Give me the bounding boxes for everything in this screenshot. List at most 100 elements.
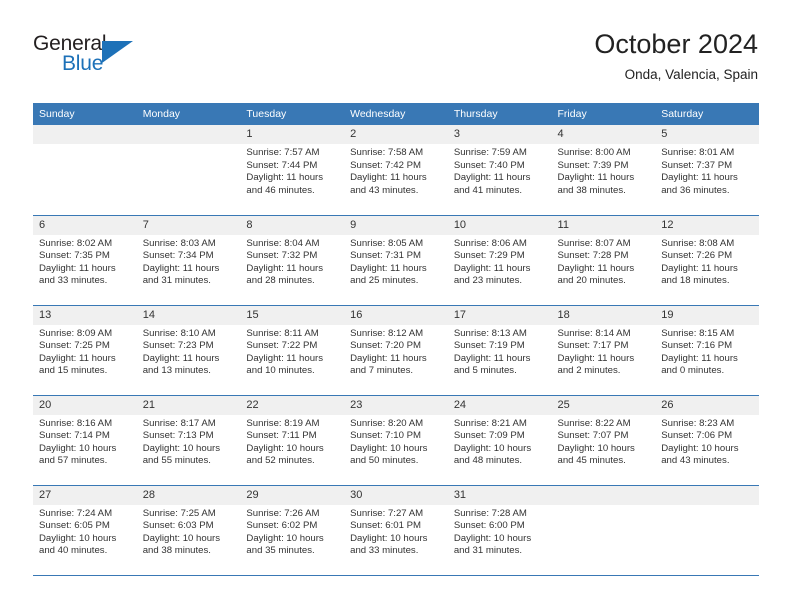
- calendar-day-cell[interactable]: 30 Sunrise: 7:27 AM Sunset: 6:01 PM Dayligh…: [344, 484, 448, 576]
- weekday-header-saturday: Saturday: [655, 103, 759, 125]
- calendar-day-cell[interactable]: 14 Sunrise: 8:10 AM Sunset: 7:23 PM Dayligh…: [136, 304, 241, 395]
- sun-info: Sunrise: 8:01 AM Sunset: 7:37 PM Daylight:…: [655, 144, 759, 197]
- calendar-week-row: 1 Sunrise: 7:57 AM Sunset: 7:44 PM Daylight…: [33, 125, 759, 215]
- calendar-day-cell[interactable]: 25 Sunrise: 8:22 AM Sunset: 7:07 PM Dayligh…: [551, 394, 656, 485]
- day-number: 16: [344, 305, 448, 325]
- calendar-header-row: Sunday Monday Tuesday Wednesday Thursday Frid…: [33, 103, 759, 125]
- calendar-day-cell[interactable]: 10 Sunrise: 8:06 AM Sunset: 7:29 PM Dayligh…: [447, 214, 552, 305]
- sunset-text: Sunset: 7:35 PM: [39, 250, 110, 262]
- calendar-day-cell[interactable]: 8 Sunrise: 8:04 AM Sunset: 7:32 PM Daylight…: [240, 214, 345, 305]
- day-number: 22: [240, 395, 345, 415]
- sun-info: Sunrise: 7:59 AM Sunset: 7:40 PM Daylight:…: [448, 144, 552, 197]
- day-cell-content: 27 Sunrise: 7:24 AM Sunset: 6:05 PM Dayligh…: [33, 485, 137, 575]
- day-number: 6: [33, 215, 137, 235]
- daylight-text: Daylight: 11 hours and 7 minutes.: [350, 352, 427, 377]
- general-blue-logo[interactable]: General Blue: [33, 30, 153, 80]
- calendar-day-cell[interactable]: 22 Sunrise: 8:19 AM Sunset: 7:11 PM Dayligh…: [240, 394, 345, 485]
- sunrise-text: Sunrise: 8:04 AM: [246, 237, 320, 249]
- calendar-day-cell[interactable]: 15 Sunrise: 8:11 AM Sunset: 7:22 PM Dayligh…: [240, 304, 345, 395]
- sunset-text: Sunset: 7:40 PM: [453, 159, 525, 171]
- sunrise-text: Sunrise: 8:03 AM: [142, 237, 216, 249]
- sun-info: Sunrise: 8:04 AM Sunset: 7:32 PM Daylight:…: [240, 235, 344, 288]
- day-cell-content: 24 Sunrise: 8:21 AM Sunset: 7:09 PM Dayligh…: [447, 395, 552, 485]
- calendar-day-cell[interactable]: 19 Sunrise: 8:15 AM Sunset: 7:16 PM Dayligh…: [655, 304, 759, 395]
- calendar-day-cell[interactable]: 9 Sunrise: 8:05 AM Sunset: 7:31 PM Daylight…: [344, 214, 448, 305]
- location-subtitle: Onda, Valencia, Spain: [624, 66, 758, 82]
- calendar-day-cell[interactable]: 23 Sunrise: 8:20 AM Sunset: 7:10 PM Dayligh…: [344, 394, 448, 485]
- day-cell-content: 31 Sunrise: 7:28 AM Sunset: 6:00 PM Dayligh…: [447, 485, 552, 575]
- calendar-day-cell[interactable]: 17 Sunrise: 8:13 AM Sunset: 7:19 PM Dayligh…: [447, 304, 552, 395]
- sun-info: Sunrise: 8:09 AM Sunset: 7:25 PM Daylight:…: [33, 325, 137, 378]
- sun-info: Sunrise: 8:11 AM Sunset: 7:22 PM Daylight:…: [240, 325, 344, 378]
- page-title: October 2024: [594, 29, 758, 59]
- calendar-day-cell[interactable]: 20 Sunrise: 8:16 AM Sunset: 7:14 PM Dayligh…: [33, 394, 137, 485]
- day-number: 21: [136, 395, 241, 415]
- calendar-day-cell[interactable]: 6 Sunrise: 8:02 AM Sunset: 7:35 PM Daylight…: [33, 214, 137, 305]
- sunrise-text: Sunrise: 7:59 AM: [453, 147, 527, 158]
- sunrise-text: Sunrise: 8:16 AM: [39, 417, 113, 429]
- weekday-header-wednesday: Wednesday: [344, 103, 448, 125]
- sunset-text: Sunset: 7:19 PM: [453, 340, 525, 352]
- daylight-text: Daylight: 11 hours and 0 minutes.: [661, 352, 738, 377]
- sunset-text: Sunset: 7:37 PM: [661, 159, 733, 171]
- calendar-day-cell-empty: [33, 125, 137, 215]
- day-number: 14: [136, 305, 241, 325]
- calendar-day-cell[interactable]: 11 Sunrise: 8:07 AM Sunset: 7:28 PM Dayligh…: [551, 214, 656, 305]
- daylight-text: Daylight: 10 hours and 43 minutes.: [661, 442, 739, 467]
- sun-info: Sunrise: 8:14 AM Sunset: 7:17 PM Daylight:…: [552, 325, 656, 378]
- calendar-page: General Blue October 2024 Onda, Valencia…: [0, 0, 792, 612]
- calendar-day-cell[interactable]: 16 Sunrise: 8:12 AM Sunset: 7:20 PM Dayligh…: [344, 304, 448, 395]
- calendar-day-cell-empty: [136, 125, 241, 215]
- day-number: 20: [33, 395, 137, 415]
- sunset-text: Sunset: 7:07 PM: [557, 430, 629, 442]
- sunset-text: Sunset: 7:28 PM: [557, 250, 629, 262]
- calendar-day-cell[interactable]: 4 Sunrise: 8:00 AM Sunset: 7:39 PM Daylight…: [551, 125, 656, 215]
- calendar-day-cell[interactable]: 29 Sunrise: 7:26 AM Sunset: 6:02 PM Dayligh…: [240, 484, 345, 576]
- calendar-day-cell[interactable]: 12 Sunrise: 8:08 AM Sunset: 7:26 PM Dayligh…: [655, 214, 759, 305]
- sunset-text: Sunset: 7:34 PM: [142, 250, 214, 262]
- calendar-day-cell[interactable]: 13 Sunrise: 8:09 AM Sunset: 7:25 PM Dayligh…: [33, 304, 137, 395]
- daylight-text: Daylight: 10 hours and 40 minutes.: [39, 532, 117, 557]
- calendar-day-cell[interactable]: 31 Sunrise: 7:28 AM Sunset: 6:00 PM Dayligh…: [447, 484, 552, 576]
- sunset-text: Sunset: 7:10 PM: [350, 430, 422, 442]
- sunset-text: Sunset: 7:23 PM: [142, 340, 214, 352]
- sunset-text: Sunset: 7:22 PM: [246, 340, 318, 352]
- calendar-day-cell[interactable]: 24 Sunrise: 8:21 AM Sunset: 7:09 PM Dayligh…: [447, 394, 552, 485]
- weekday-header-thursday: Thursday: [447, 103, 552, 125]
- calendar-day-cell[interactable]: 21 Sunrise: 8:17 AM Sunset: 7:13 PM Dayligh…: [136, 394, 241, 485]
- day-number: 3: [447, 125, 552, 144]
- sunset-text: Sunset: 7:20 PM: [350, 340, 422, 352]
- calendar-day-cell[interactable]: 26 Sunrise: 8:23 AM Sunset: 7:06 PM Dayligh…: [655, 394, 759, 485]
- day-cell-content: [136, 125, 241, 215]
- daylight-text: Daylight: 11 hours and 41 minutes.: [453, 172, 531, 196]
- calendar-day-cell[interactable]: 5 Sunrise: 8:01 AM Sunset: 7:37 PM Daylight…: [655, 125, 759, 215]
- day-number: 12: [655, 215, 759, 235]
- day-cell-content: 13 Sunrise: 8:09 AM Sunset: 7:25 PM Dayligh…: [33, 305, 137, 395]
- sun-info: Sunrise: 7:58 AM Sunset: 7:42 PM Daylight:…: [344, 144, 448, 197]
- day-cell-content: 12 Sunrise: 8:08 AM Sunset: 7:26 PM Dayligh…: [655, 215, 759, 305]
- sunset-text: Sunset: 6:01 PM: [350, 520, 422, 532]
- calendar-day-cell-empty: [551, 484, 656, 576]
- weekday-header-tuesday: Tuesday: [240, 103, 345, 125]
- logo-text-blue: Blue: [62, 52, 104, 75]
- calendar-day-cell[interactable]: 3 Sunrise: 7:59 AM Sunset: 7:40 PM Daylight…: [447, 125, 552, 215]
- day-number: 9: [344, 215, 448, 235]
- daylight-text: Daylight: 11 hours and 18 minutes.: [661, 262, 738, 287]
- sunrise-text: Sunrise: 7:28 AM: [453, 507, 527, 519]
- sunset-text: Sunset: 7:32 PM: [246, 250, 318, 262]
- sun-info: Sunrise: 8:17 AM Sunset: 7:13 PM Daylight:…: [137, 415, 241, 468]
- sun-info: Sunrise: 7:28 AM Sunset: 6:00 PM Daylight:…: [448, 505, 552, 558]
- calendar-day-cell[interactable]: 27 Sunrise: 7:24 AM Sunset: 6:05 PM Dayligh…: [33, 484, 137, 576]
- calendar-day-cell[interactable]: 18 Sunrise: 8:14 AM Sunset: 7:17 PM Dayligh…: [551, 304, 656, 395]
- weekday-row: Sunday Monday Tuesday Wednesday Thursday Frid…: [33, 103, 759, 125]
- day-number: 31: [447, 485, 552, 505]
- day-cell-content: 23 Sunrise: 8:20 AM Sunset: 7:10 PM Dayligh…: [344, 395, 448, 485]
- calendar-day-cell[interactable]: 28 Sunrise: 7:25 AM Sunset: 6:03 PM Dayligh…: [136, 484, 241, 576]
- calendar-day-cell[interactable]: 2 Sunrise: 7:58 AM Sunset: 7:42 PM Daylight…: [344, 125, 448, 215]
- calendar-week-row: 6 Sunrise: 8:02 AM Sunset: 7:35 PM Daylight…: [33, 214, 759, 305]
- daylight-text: Daylight: 10 hours and 45 minutes.: [557, 442, 635, 467]
- calendar-day-cell[interactable]: 7 Sunrise: 8:03 AM Sunset: 7:34 PM Daylight…: [136, 214, 241, 305]
- calendar-day-cell[interactable]: 1 Sunrise: 7:57 AM Sunset: 7:44 PM Daylight…: [240, 125, 345, 215]
- sunset-text: Sunset: 7:14 PM: [39, 430, 110, 442]
- daylight-text: Daylight: 11 hours and 5 minutes.: [453, 352, 531, 377]
